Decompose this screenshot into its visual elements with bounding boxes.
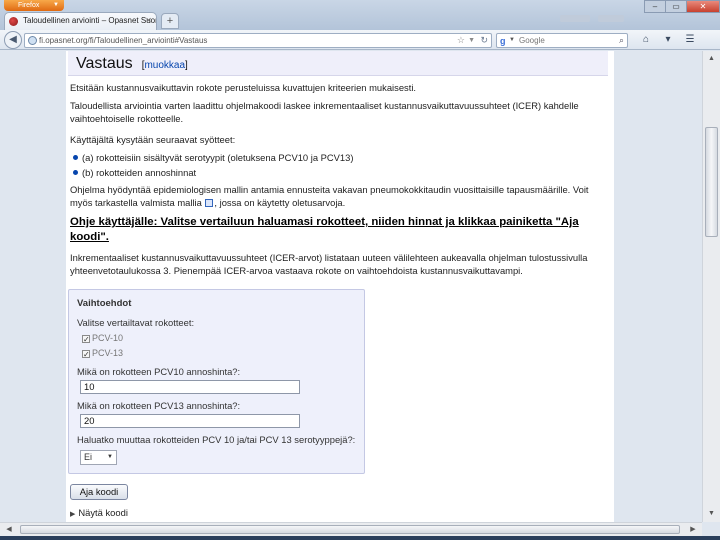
- search-bar[interactable]: g ▼ Google ⌕: [496, 33, 628, 48]
- maximize-icon[interactable]: ▭: [665, 0, 687, 13]
- description-paragraph: Taloudellista arviointia varten laadittu…: [70, 100, 579, 124]
- model-text-end: , jossa on käytetty oletusarvoja.: [214, 197, 346, 208]
- show-code-toggle[interactable]: ▶ Näytä koodi: [70, 507, 128, 518]
- background-item: [598, 15, 624, 22]
- tab-title: Taloudellinen arviointi – Opasnet Suomi: [23, 16, 157, 25]
- expand-triangle-icon: ▶: [70, 511, 76, 518]
- downloads-icon[interactable]: ▾: [658, 33, 678, 47]
- firefox-menu-button[interactable]: Firefox ▼: [4, 0, 64, 11]
- reload-icon[interactable]: ↻: [480, 34, 488, 47]
- minimize-icon[interactable]: –: [644, 0, 666, 13]
- results-paragraph: Inkrementaaliset kustannusvaikuttavuussu…: [70, 252, 588, 276]
- checkbox-icon[interactable]: ✓: [82, 335, 90, 344]
- pcv10-price-input[interactable]: 10: [80, 380, 300, 394]
- checkbox-label: PCV-10: [92, 333, 124, 343]
- toolbar-icons: ⌂ ▾ ☰: [636, 33, 702, 47]
- serotype-select[interactable]: Ei ▼: [80, 450, 117, 465]
- menu-icon[interactable]: ☰: [680, 33, 700, 47]
- page-content: Vastaus [muokkaa] Etsitään kustannusvaik…: [66, 51, 614, 522]
- checkbox-label: PCV-13: [92, 348, 124, 358]
- choose-vaccines-label: Valitse vertailtavat rokotteet:: [77, 317, 195, 328]
- edit-link[interactable]: muokkaa: [144, 60, 185, 71]
- google-icon: g: [500, 36, 506, 46]
- pcv13-price-label: Mikä on rokotteen PCV13 annoshinta?:: [77, 400, 241, 411]
- firefox-menu-label: Firefox: [18, 2, 40, 9]
- options-title: Vaihtoehdot: [77, 298, 132, 309]
- chevron-down-icon: ▼: [53, 2, 59, 8]
- inputs-intro: Käyttäjältä kysytään seuraavat syötteet:: [70, 134, 236, 145]
- url-bar[interactable]: fi.opasnet.org/fi/Taloudellinen_arvioint…: [24, 33, 492, 48]
- horizontal-scrollbar[interactable]: ◀ ▶: [0, 522, 702, 536]
- vertical-scroll-thumb[interactable]: [705, 127, 718, 237]
- scroll-down-icon[interactable]: ▼: [704, 507, 719, 521]
- close-tab-icon[interactable]: ✕: [145, 13, 152, 29]
- list-item: (b) rokotteiden annoshinnat: [70, 166, 590, 179]
- intro-paragraph: Etsitään kustannusvaikuttavin rokote per…: [70, 82, 417, 93]
- external-link-icon[interactable]: [205, 199, 214, 207]
- checkbox-icon[interactable]: ✓: [82, 350, 90, 359]
- checkbox-pcv13[interactable]: ✓ PCV-13: [82, 348, 124, 359]
- tab-bar: Firefox ▼ Taloudellinen arviointi – Opas…: [0, 0, 720, 30]
- search-engine-dropdown-icon[interactable]: ▼: [509, 34, 515, 47]
- url-text: fi.opasnet.org/fi/Taloudellinen_arvioint…: [39, 36, 208, 45]
- search-icon[interactable]: ⌕: [619, 34, 624, 47]
- scroll-up-icon[interactable]: ▲: [704, 52, 719, 66]
- serotype-label: Haluatko muuttaa rokotteiden PCV 10 ja/t…: [77, 434, 356, 445]
- taskbar: [0, 536, 720, 540]
- scroll-left-icon[interactable]: ◀: [2, 523, 16, 536]
- window-controls: – ▭ ✕: [644, 0, 720, 14]
- page-title: Vastaus: [76, 55, 133, 72]
- chevron-down-icon: ▼: [107, 454, 113, 460]
- model-paragraph: Ohjelma hyödyntää epidemiologisen mallin…: [70, 183, 606, 209]
- inputs-list: (a) rokotteisiin sisältyvät serotyypit (…: [70, 151, 590, 181]
- browser-tab-active[interactable]: Taloudellinen arviointi – Opasnet Suomi …: [4, 12, 157, 30]
- user-instruction: Ohje käyttäjälle: Valitse vertailuun hal…: [70, 216, 579, 243]
- bookmark-star-icon[interactable]: ☆: [457, 34, 465, 47]
- list-item: (a) rokotteisiin sisältyvät serotyypit (…: [70, 151, 590, 164]
- new-tab-button[interactable]: +: [161, 13, 179, 29]
- pcv10-price-label: Mikä on rokotteen PCV10 annoshinta?:: [77, 366, 241, 377]
- search-placeholder: Google: [519, 36, 545, 45]
- background-item: [560, 15, 590, 22]
- serotype-selected-value: Ei: [84, 452, 93, 462]
- home-icon[interactable]: ⌂: [636, 33, 656, 47]
- horizontal-scroll-thumb[interactable]: [20, 525, 680, 534]
- run-code-button[interactable]: Aja koodi: [70, 484, 128, 500]
- history-dropdown-icon[interactable]: ▼: [468, 34, 475, 47]
- close-window-icon[interactable]: ✕: [686, 0, 720, 13]
- show-code-label: Näytä koodi: [78, 507, 128, 518]
- navigation-bar: ◀ fi.opasnet.org/fi/Taloudellinen_arvioi…: [0, 30, 720, 50]
- favicon-icon: [9, 17, 18, 26]
- options-panel: Vaihtoehdot Valitse vertailtavat rokotte…: [68, 289, 365, 474]
- globe-icon: [28, 36, 37, 45]
- vertical-scrollbar[interactable]: ▲ ▼: [702, 51, 720, 522]
- section-heading: Vastaus [muokkaa]: [68, 51, 608, 76]
- back-arrow-icon[interactable]: ◀: [4, 31, 22, 49]
- checkbox-pcv10[interactable]: ✓ PCV-10: [82, 333, 124, 344]
- edit-section: [muokkaa]: [141, 60, 188, 71]
- pcv13-price-input[interactable]: 20: [80, 414, 300, 428]
- scroll-right-icon[interactable]: ▶: [686, 523, 700, 536]
